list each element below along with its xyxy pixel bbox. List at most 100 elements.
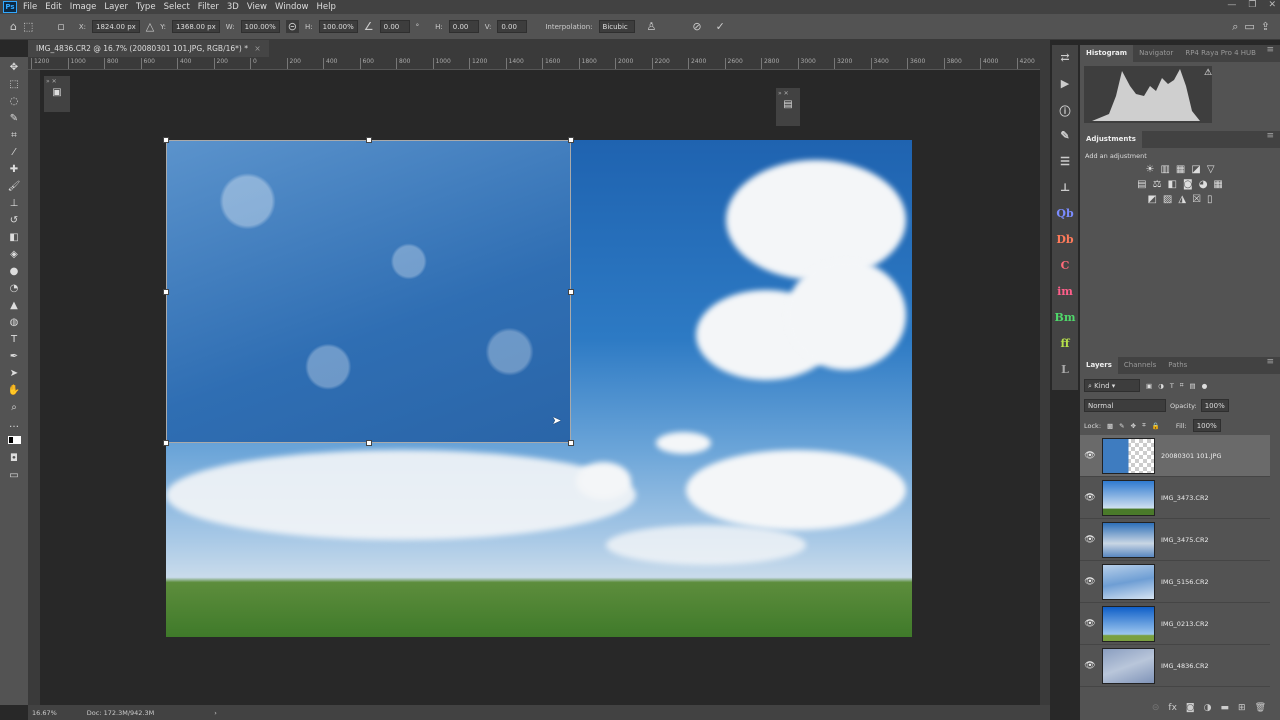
clone-source-icon[interactable]: ⊥: [1060, 181, 1071, 199]
menu-help[interactable]: Help: [317, 2, 336, 12]
color-swatches-icon[interactable]: [6, 435, 22, 448]
layer-row[interactable]: 👁 IMG_0213.CR2: [1080, 603, 1270, 645]
zoom-tool-icon[interactable]: ⌕: [6, 401, 22, 414]
filter-toggle-icon[interactable]: ●: [1202, 382, 1208, 390]
visibility-eye-icon[interactable]: 👁: [1080, 535, 1100, 545]
warp-icon[interactable]: ♙: [647, 20, 657, 33]
width-field[interactable]: 100.00%: [240, 20, 280, 33]
visibility-eye-icon[interactable]: 👁: [1080, 451, 1100, 461]
plugin-ff-icon[interactable]: ff: [1060, 337, 1069, 355]
lasso-tool-icon[interactable]: ◌: [6, 95, 22, 108]
channel-mixer-icon[interactable]: ◕: [1199, 179, 1208, 190]
tab-layers[interactable]: Layers: [1080, 357, 1118, 374]
screen-mode-icon[interactable]: ▭: [6, 469, 22, 482]
warning-icon[interactable]: ⚠: [1204, 68, 1212, 78]
fill-field[interactable]: 100%: [1192, 419, 1221, 432]
add-mask-icon[interactable]: ◙: [1186, 703, 1195, 713]
color-balance-icon[interactable]: ⚖: [1153, 179, 1162, 190]
filter-type-icon[interactable]: T: [1170, 382, 1174, 390]
brightness-icon[interactable]: ☀: [1145, 164, 1154, 175]
hue-sat-icon[interactable]: ▤: [1137, 179, 1146, 190]
plugin-c-icon[interactable]: C: [1061, 259, 1070, 277]
filter-smart-icon[interactable]: ▤: [1189, 382, 1195, 390]
plugin-bm-icon[interactable]: Bm: [1055, 311, 1076, 329]
hand-tool-icon[interactable]: ✋: [6, 384, 22, 397]
move-tool-icon[interactable]: ✥: [6, 61, 22, 74]
menu-window[interactable]: Window: [275, 2, 309, 12]
menu-layer[interactable]: Layer: [104, 2, 128, 12]
brush-settings-icon[interactable]: ✎: [1060, 129, 1069, 147]
eraser-tool-icon[interactable]: ◧: [6, 231, 22, 244]
menu-filter[interactable]: Filter: [198, 2, 219, 12]
search-icon[interactable]: ⌕: [1232, 20, 1238, 34]
lock-all-icon[interactable]: 🔒: [1152, 422, 1160, 430]
link-layers-icon[interactable]: ⊝: [1152, 703, 1160, 713]
new-group-icon[interactable]: ▬: [1221, 703, 1230, 713]
vibrance-icon[interactable]: ▽: [1207, 164, 1215, 175]
visibility-eye-icon[interactable]: 👁: [1080, 493, 1100, 503]
transform-handle[interactable]: [366, 137, 372, 143]
minimize-icon[interactable]: —: [1227, 0, 1236, 10]
blend-mode-select[interactable]: Normal: [1084, 399, 1166, 412]
plugin-qb-icon[interactable]: Qb: [1056, 207, 1073, 225]
menu-type[interactable]: Type: [136, 2, 156, 12]
layer-row[interactable]: 👁 20080301 101.JPG: [1080, 435, 1270, 477]
transform-handle[interactable]: [568, 440, 574, 446]
visibility-eye-icon[interactable]: 👁: [1080, 661, 1100, 671]
hskew-field[interactable]: 0.00: [448, 20, 479, 33]
commit-transform-icon[interactable]: ✓: [716, 20, 725, 33]
invert-icon[interactable]: ◩: [1147, 194, 1156, 205]
panel-menu-icon[interactable]: ≡: [1266, 45, 1274, 55]
filter-adjust-icon[interactable]: ◑: [1158, 382, 1164, 390]
selective-color-icon[interactable]: ☒: [1192, 194, 1201, 205]
more-tools-icon[interactable]: …: [6, 418, 22, 431]
transform-handle[interactable]: [568, 137, 574, 143]
path-select-icon[interactable]: ➤: [6, 367, 22, 380]
color-lookup-icon[interactable]: ▦: [1213, 179, 1222, 190]
properties-icon[interactable]: ▣: [44, 87, 70, 98]
menu-view[interactable]: View: [247, 2, 267, 12]
transformed-layer[interactable]: [166, 140, 571, 443]
fx-icon[interactable]: fx: [1168, 703, 1177, 713]
interpolation-select[interactable]: Bicubic: [598, 20, 635, 33]
close-window-icon[interactable]: ✕: [1268, 0, 1276, 10]
share-icon[interactable]: ⇪: [1261, 20, 1270, 33]
filter-shape-icon[interactable]: ⌗: [1180, 381, 1184, 390]
pen-tool-icon[interactable]: ✒: [6, 350, 22, 363]
layer-row[interactable]: 👁 IMG_3473.CR2: [1080, 477, 1270, 519]
panel-menu-icon[interactable]: ≡: [1266, 131, 1274, 141]
vskew-field[interactable]: 0.00: [497, 20, 528, 33]
panel-menu-icon[interactable]: ≡: [1266, 357, 1274, 367]
curves-icon[interactable]: ▦: [1176, 164, 1185, 175]
actions-play-icon[interactable]: ▶: [1061, 77, 1069, 95]
reference-point-icon[interactable]: ▫: [57, 20, 64, 33]
plugin-db-icon[interactable]: Db: [1056, 233, 1073, 251]
photo-filter-icon[interactable]: ◙: [1183, 179, 1193, 190]
info-icon[interactable]: ⓘ: [1060, 103, 1071, 121]
y-field[interactable]: 1368.00 px: [171, 20, 220, 33]
transform-handle[interactable]: [163, 137, 169, 143]
lock-position-icon[interactable]: ✥: [1131, 422, 1136, 430]
sponge-tool-icon[interactable]: ◍: [6, 316, 22, 329]
exposure-icon[interactable]: ◪: [1191, 164, 1200, 175]
height-field[interactable]: 100.00%: [318, 20, 358, 33]
brush-tool-icon[interactable]: 🖌: [6, 180, 22, 193]
tab-raya-pro[interactable]: RP4 Raya Pro 4 HUB: [1179, 45, 1262, 62]
cancel-transform-icon[interactable]: ⊘: [692, 20, 701, 33]
delete-layer-icon[interactable]: 🗑: [1255, 703, 1266, 713]
status-menu-arrow[interactable]: ›: [214, 709, 217, 717]
black-white-icon[interactable]: ◧: [1168, 179, 1177, 190]
plugin-im-icon[interactable]: im: [1057, 285, 1073, 303]
angle-field[interactable]: 0.00: [379, 20, 410, 33]
transform-handle[interactable]: [568, 289, 574, 295]
posterize-icon[interactable]: ▨: [1163, 194, 1172, 205]
x-field[interactable]: 1824.00 px: [92, 20, 140, 33]
close-tab-icon[interactable]: ×: [254, 44, 260, 53]
levels-icon[interactable]: ▥: [1160, 164, 1169, 175]
panel-icon[interactable]: ▤: [776, 99, 800, 110]
document-tab[interactable]: IMG_4836.CR2 @ 16.7% (20080301 101.JPG, …: [28, 40, 269, 57]
zoom-level[interactable]: 16.67%: [32, 709, 57, 717]
transform-handle[interactable]: [163, 440, 169, 446]
gradient-tool-icon[interactable]: ◈: [6, 248, 22, 261]
lock-artboard-icon[interactable]: ⌗: [1142, 421, 1146, 430]
